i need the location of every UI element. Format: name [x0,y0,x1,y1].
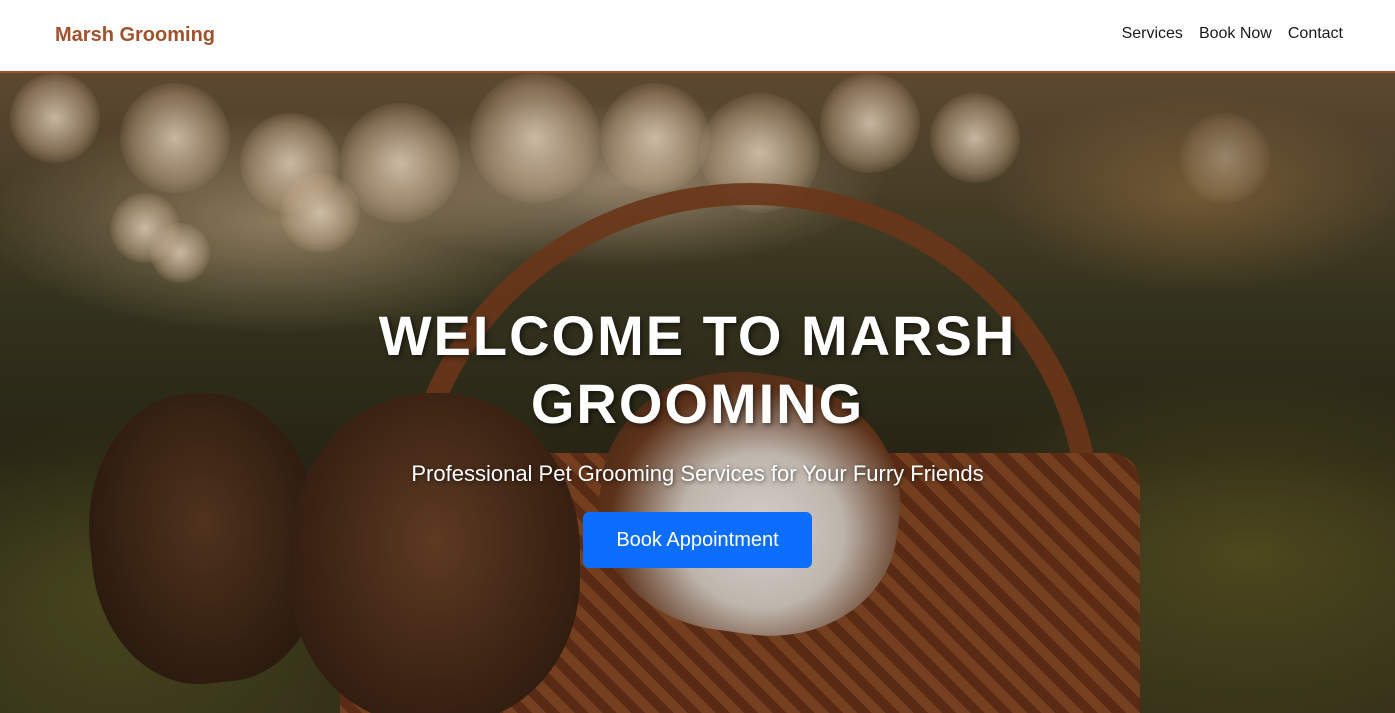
hero-content: WELCOME TO MARSH GROOMING Professional P… [0,302,1395,568]
brand-logo-link[interactable]: Marsh Grooming [55,22,215,48]
hero-title: WELCOME TO MARSH GROOMING [378,304,1017,435]
book-appointment-button[interactable]: Book Appointment [583,512,812,568]
nav-link-services[interactable]: Services [1122,24,1183,44]
hero-section: WELCOME TO MARSH GROOMING Professional P… [0,73,1395,713]
nav-link-book-now[interactable]: Book Now [1199,24,1272,44]
nav-link-contact[interactable]: Contact [1288,24,1343,44]
hero-subtitle: Professional Pet Grooming Services for Y… [411,461,984,486]
main-nav: Services Book Now Contact [1122,24,1343,44]
site-navbar: Marsh Grooming Services Book Now Contact [0,0,1395,73]
